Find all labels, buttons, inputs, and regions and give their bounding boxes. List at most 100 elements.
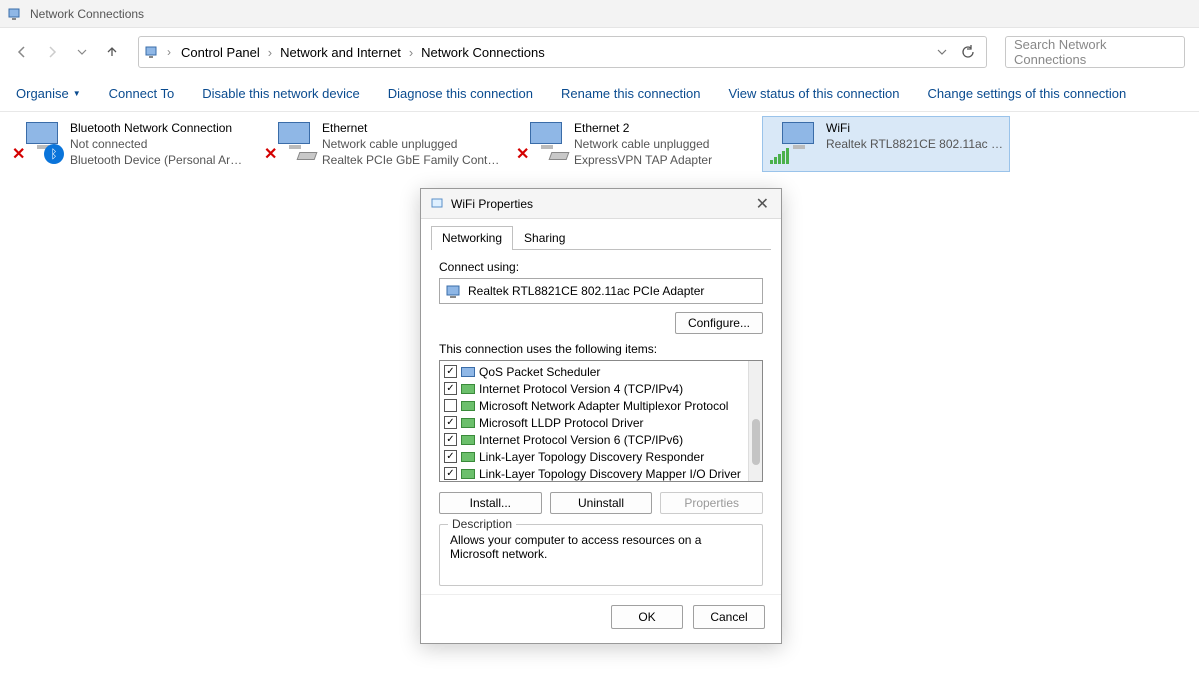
address-bar[interactable]: › Control Panel › Network and Internet ›… bbox=[138, 36, 987, 68]
checkbox-checked[interactable]: ✓ bbox=[444, 416, 457, 429]
install-button[interactable]: Install... bbox=[439, 492, 542, 514]
connection-name: Ethernet 2 bbox=[574, 120, 752, 136]
error-x-icon: ✕ bbox=[12, 144, 25, 164]
protocol-label: Microsoft Network Adapter Multiplexor Pr… bbox=[479, 399, 728, 413]
checkbox-checked[interactable]: ✓ bbox=[444, 450, 457, 463]
items-label: This connection uses the following items… bbox=[439, 342, 763, 356]
address-dropdown[interactable] bbox=[934, 44, 950, 60]
description-group: Description Allows your computer to acce… bbox=[439, 524, 763, 586]
rename-button[interactable]: Rename this connection bbox=[561, 86, 700, 101]
protocol-label: Internet Protocol Version 6 (TCP/IPv6) bbox=[479, 433, 683, 447]
protocol-items-list[interactable]: ✓ QoS Packet Scheduler ✓ Internet Protoc… bbox=[439, 360, 763, 482]
connection-device: Realtek RTL8821CE 802.11ac PCIe ... bbox=[826, 136, 1004, 152]
ethernet-icon: ✕ bbox=[264, 120, 316, 164]
connection-device: Realtek PCIe GbE Family Controller bbox=[322, 152, 500, 168]
cancel-button[interactable]: Cancel bbox=[693, 605, 765, 629]
dialog-tabs: Networking Sharing bbox=[431, 225, 771, 250]
protocol-icon bbox=[461, 384, 475, 394]
address-icon bbox=[145, 44, 161, 60]
window-titlebar: Network Connections bbox=[0, 0, 1199, 28]
protocol-icon bbox=[461, 435, 475, 445]
connection-status: Not connected bbox=[70, 136, 248, 152]
error-x-icon: ✕ bbox=[264, 144, 277, 164]
connection-status: Network cable unplugged bbox=[574, 136, 752, 152]
signal-bars-icon bbox=[770, 148, 789, 164]
crumb-network-internet[interactable]: Network and Internet bbox=[276, 43, 405, 62]
view-status-button[interactable]: View status of this connection bbox=[728, 86, 899, 101]
back-button[interactable] bbox=[14, 44, 30, 60]
adapter-display: Realtek RTL8821CE 802.11ac PCIe Adapter bbox=[439, 278, 763, 304]
nav-buttons bbox=[14, 44, 120, 60]
scrollbar-thumb[interactable] bbox=[752, 419, 760, 465]
adapter-icon bbox=[446, 283, 462, 299]
protocol-label: QoS Packet Scheduler bbox=[479, 365, 600, 379]
search-placeholder: Search Network Connections bbox=[1014, 37, 1176, 67]
cable-icon bbox=[297, 152, 318, 160]
chevron-right-icon: › bbox=[409, 45, 413, 60]
crumb-control-panel[interactable]: Control Panel bbox=[177, 43, 264, 62]
ethernet-icon: ✕ bbox=[516, 120, 568, 164]
diagnose-button[interactable]: Diagnose this connection bbox=[388, 86, 533, 101]
protocol-icon bbox=[461, 401, 475, 411]
wifi-icon bbox=[768, 120, 820, 164]
protocol-item[interactable]: ✓ Microsoft LLDP Protocol Driver bbox=[440, 414, 762, 431]
connection-name: Bluetooth Network Connection bbox=[70, 120, 248, 136]
bluetooth-badge-icon: ᛒ bbox=[44, 144, 64, 164]
protocol-icon bbox=[461, 452, 475, 462]
uninstall-button[interactable]: Uninstall bbox=[550, 492, 653, 514]
checkbox-unchecked[interactable] bbox=[444, 399, 457, 412]
connection-item-ethernet[interactable]: ✕ Ethernet Network cable unplugged Realt… bbox=[258, 116, 506, 172]
chevron-down-icon: ▼ bbox=[73, 89, 81, 98]
close-button[interactable]: ✕ bbox=[752, 194, 773, 214]
search-input[interactable]: Search Network Connections bbox=[1005, 36, 1185, 68]
network-icon bbox=[8, 6, 24, 22]
protocol-item[interactable]: ✓ Internet Protocol Version 4 (TCP/IPv4) bbox=[440, 380, 762, 397]
protocol-label: Internet Protocol Version 4 (TCP/IPv4) bbox=[479, 382, 683, 396]
scrollbar[interactable] bbox=[748, 361, 762, 481]
connection-status: Network cable unplugged bbox=[322, 136, 500, 152]
recent-dropdown[interactable] bbox=[74, 44, 90, 60]
bluetooth-icon: ✕ ᛒ bbox=[12, 120, 64, 164]
tab-networking[interactable]: Networking bbox=[431, 226, 513, 250]
disable-device-button[interactable]: Disable this network device bbox=[202, 86, 360, 101]
connection-item-wifi[interactable]: WiFi Realtek RTL8821CE 802.11ac PCIe ... bbox=[762, 116, 1010, 172]
ok-button[interactable]: OK bbox=[611, 605, 683, 629]
connect-to-button[interactable]: Connect To bbox=[109, 86, 175, 101]
nav-toolbar: › Control Panel › Network and Internet ›… bbox=[0, 28, 1199, 76]
cable-icon bbox=[549, 152, 570, 160]
organise-menu[interactable]: Organise ▼ bbox=[16, 86, 81, 101]
wifi-properties-dialog: WiFi Properties ✕ Networking Sharing Con… bbox=[420, 188, 782, 644]
protocol-item[interactable]: ✓ Internet Protocol Version 6 (TCP/IPv6) bbox=[440, 431, 762, 448]
connection-device: ExpressVPN TAP Adapter bbox=[574, 152, 752, 168]
adapter-icon bbox=[429, 196, 445, 212]
tab-sharing[interactable]: Sharing bbox=[513, 226, 576, 250]
properties-button[interactable]: Properties bbox=[660, 492, 763, 514]
checkbox-checked[interactable]: ✓ bbox=[444, 365, 457, 378]
protocol-item[interactable]: Microsoft Network Adapter Multiplexor Pr… bbox=[440, 397, 762, 414]
up-button[interactable] bbox=[104, 44, 120, 60]
refresh-button[interactable] bbox=[960, 44, 976, 60]
connection-item-ethernet2[interactable]: ✕ Ethernet 2 Network cable unplugged Exp… bbox=[510, 116, 758, 172]
checkbox-checked[interactable]: ✓ bbox=[444, 467, 457, 480]
checkbox-checked[interactable]: ✓ bbox=[444, 433, 457, 446]
change-settings-button[interactable]: Change settings of this connection bbox=[928, 86, 1127, 101]
protocol-item[interactable]: ✓ Link-Layer Topology Discovery Mapper I… bbox=[440, 465, 762, 482]
checkbox-checked[interactable]: ✓ bbox=[444, 382, 457, 395]
protocol-item[interactable]: ✓ QoS Packet Scheduler bbox=[440, 363, 762, 380]
dialog-titlebar[interactable]: WiFi Properties ✕ bbox=[421, 189, 781, 219]
chevron-right-icon: › bbox=[268, 45, 272, 60]
protocol-icon bbox=[461, 418, 475, 428]
protocol-item[interactable]: ✓ Link-Layer Topology Discovery Responde… bbox=[440, 448, 762, 465]
connection-name: Ethernet bbox=[322, 120, 500, 136]
connection-item-bluetooth[interactable]: ✕ ᛒ Bluetooth Network Connection Not con… bbox=[6, 116, 254, 172]
window-title: Network Connections bbox=[30, 7, 144, 21]
forward-button[interactable] bbox=[44, 44, 60, 60]
command-bar: Organise ▼ Connect To Disable this netwo… bbox=[0, 76, 1199, 112]
chevron-right-icon: › bbox=[167, 45, 171, 59]
crumb-network-connections[interactable]: Network Connections bbox=[417, 43, 549, 62]
error-x-icon: ✕ bbox=[516, 144, 529, 164]
connection-device: Bluetooth Device (Personal Area ... bbox=[70, 152, 248, 168]
configure-button[interactable]: Configure... bbox=[675, 312, 763, 334]
connect-using-label: Connect using: bbox=[439, 260, 763, 274]
dialog-title: WiFi Properties bbox=[451, 197, 533, 211]
